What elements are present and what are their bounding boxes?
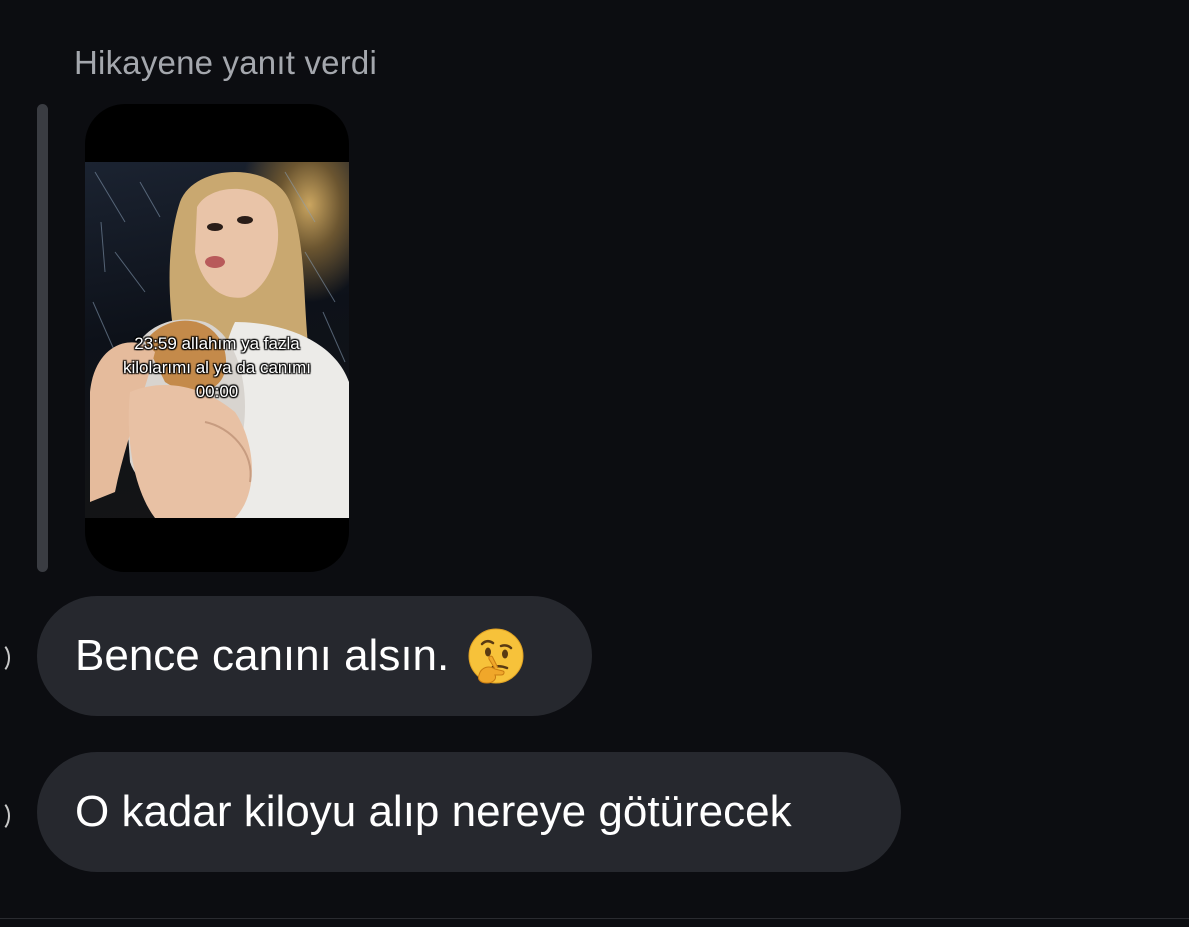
avatar-edge [0,642,10,674]
avatar-edge [0,800,10,832]
divider [0,918,1189,919]
story-preview[interactable]: 23:59 allahım ya fazla kilolarımı al ya … [85,104,349,572]
story-caption-line: kilolarımı al ya da canımı [122,358,311,377]
story-caption-line: 23:59 allahım ya fazla [134,334,300,353]
quote-bar [37,104,48,572]
story-caption-line: 00:00 [195,382,239,401]
chat-screen: Hikayene yanıt verdi 23:59 allahım ya fa… [0,0,1189,927]
story-caption: 23:59 allahım ya fazla kilolarımı al ya … [85,332,349,404]
story-image: 23:59 allahım ya fazla kilolarımı al ya … [85,162,349,518]
message-text: O kadar kiloyu alıp nereye götürecek [75,787,792,836]
message-bubble[interactable]: Bence canını alsın. [37,596,592,716]
message-bubble[interactable]: O kadar kiloyu alıp nereye götürecek [37,752,901,872]
story-reply-label: Hikayene yanıt verdi [74,44,377,81]
thinking-face-icon [467,627,525,685]
message-text: Bence canını alsın. [75,631,450,680]
